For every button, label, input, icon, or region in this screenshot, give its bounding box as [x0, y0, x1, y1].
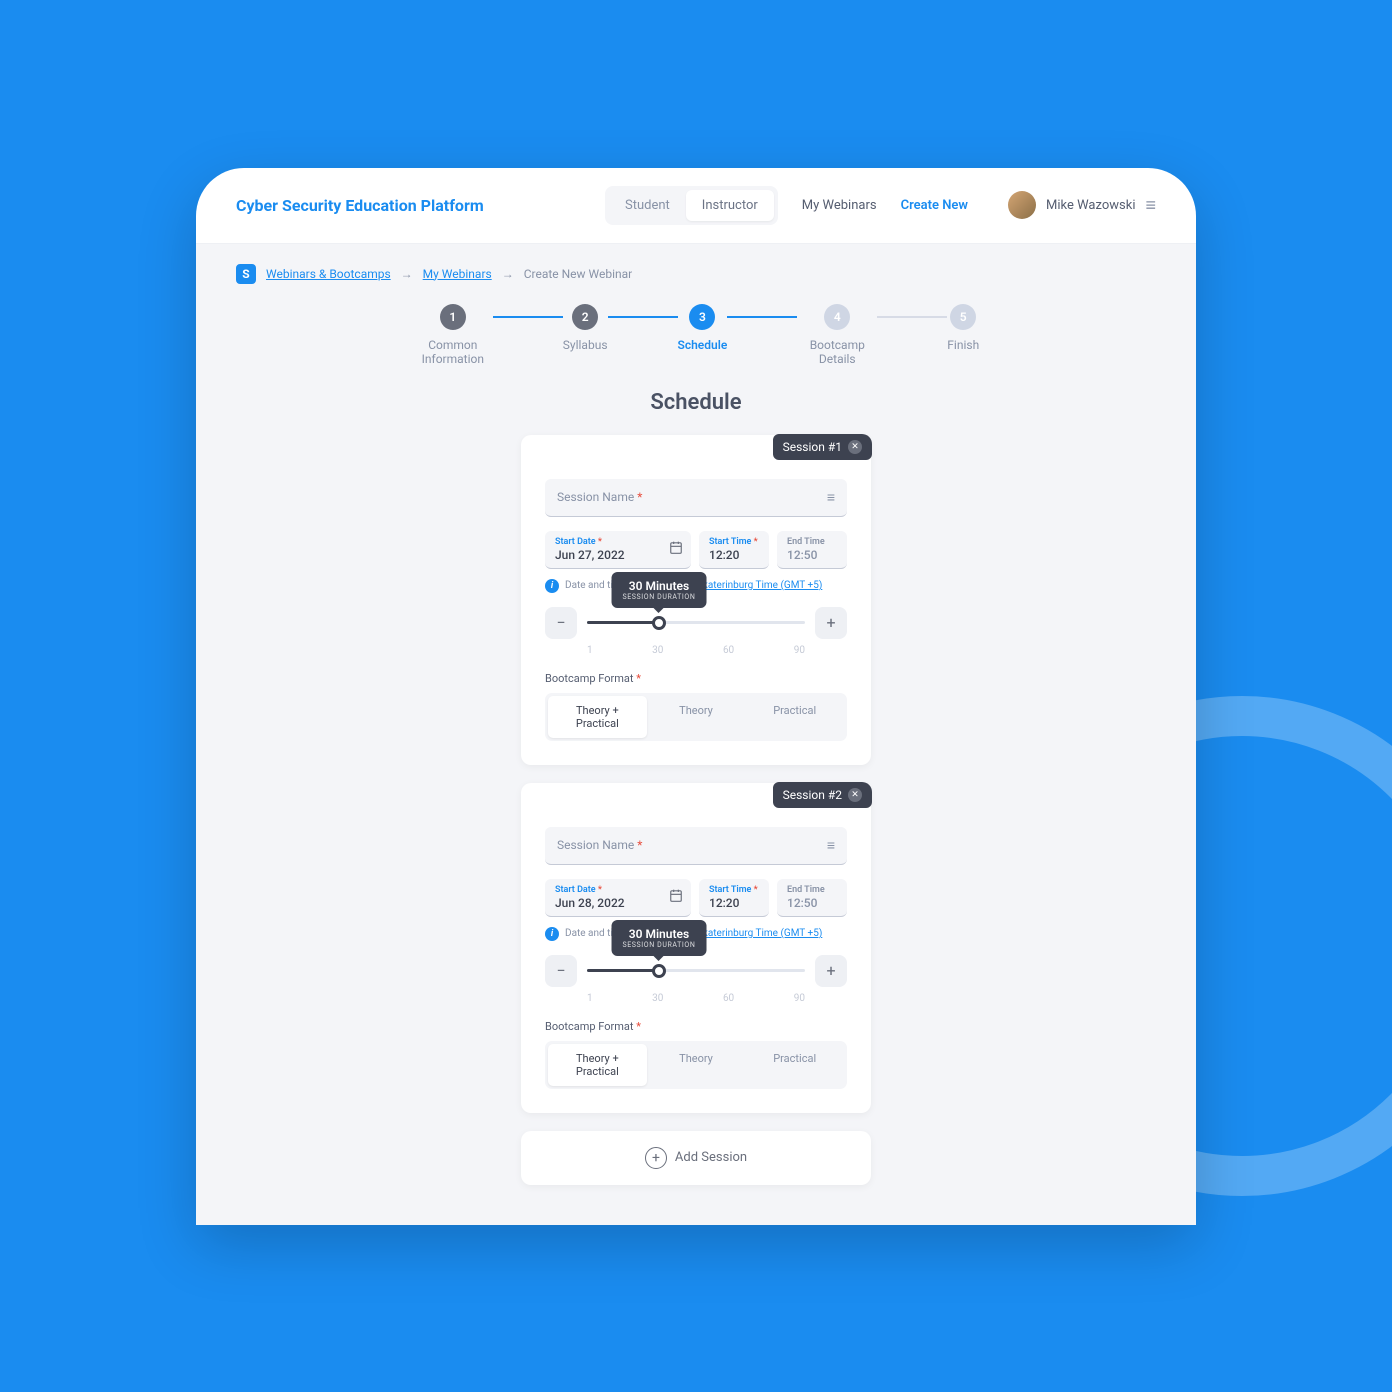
- logo[interactable]: Cyber Security Education Platform: [236, 196, 484, 215]
- step-5[interactable]: 5 Finish: [947, 304, 979, 352]
- format-tab-theory-practical[interactable]: Theory + Practical: [548, 1044, 647, 1086]
- plus-icon: +: [645, 1147, 667, 1169]
- chevron-right-icon: →: [401, 267, 413, 281]
- format-tabs: Theory + Practical Theory Practical: [545, 1041, 847, 1089]
- drag-handle-icon[interactable]: ≡: [827, 837, 835, 854]
- step-line: [727, 316, 797, 318]
- format-tabs: Theory + Practical Theory Practical: [545, 693, 847, 741]
- user-name: Mike Wazowski: [1046, 198, 1135, 213]
- nav-create-new[interactable]: Create New: [901, 198, 968, 213]
- role-tabs: Student Instructor: [605, 186, 778, 225]
- close-session-icon[interactable]: ✕: [848, 440, 862, 454]
- slider-ticks: 1306090: [545, 645, 847, 656]
- start-date-input[interactable]: Start Date * Jun 28, 2022: [545, 879, 691, 917]
- duration-slider: − 30 Minutes SESSION DURATION +: [545, 607, 847, 639]
- drag-handle-icon[interactable]: ≡: [827, 489, 835, 506]
- content: S Webinars & Bootcamps → My Webinars → C…: [196, 244, 1196, 1225]
- calendar-icon: [669, 888, 683, 907]
- calendar-icon: [669, 540, 683, 559]
- breadcrumb-link-0[interactable]: Webinars & Bootcamps: [266, 267, 391, 281]
- session-name-input[interactable]: Session Name * ≡: [545, 827, 847, 865]
- session-badge: Session #1 ✕: [773, 434, 872, 460]
- breadcrumb-current: Create New Webinar: [524, 267, 633, 281]
- stepper: 1 Common Information 2 Syllabus 3 Schedu…: [236, 304, 1156, 366]
- session-name-input[interactable]: Session Name * ≡: [545, 479, 847, 517]
- session-card-2: Session #2 ✕ Session Name * ≡ Start Date…: [521, 783, 871, 1113]
- slider-tooltip: 30 Minutes SESSION DURATION: [611, 920, 706, 956]
- session-card-1: Session #1 ✕ Session Name * ≡ Start Date…: [521, 435, 871, 765]
- slider-track[interactable]: 30 Minutes SESSION DURATION: [587, 956, 805, 986]
- session-badge: Session #2 ✕: [773, 782, 872, 808]
- user-menu[interactable]: Mike Wazowski ≡: [1008, 191, 1156, 219]
- add-session-button[interactable]: + Add Session: [521, 1131, 871, 1185]
- timezone-link[interactable]: Yekaterinburg Time (GMT +5): [692, 928, 823, 939]
- increment-button[interactable]: +: [815, 955, 847, 987]
- step-3[interactable]: 3 Schedule: [678, 304, 728, 352]
- timezone-link[interactable]: Yekaterinburg Time (GMT +5): [692, 580, 823, 591]
- end-time-display: End Time 12:50: [777, 879, 847, 917]
- step-line: [608, 316, 678, 318]
- decrement-button[interactable]: −: [545, 955, 577, 987]
- slider-track[interactable]: 30 Minutes SESSION DURATION: [587, 608, 805, 638]
- increment-button[interactable]: +: [815, 607, 847, 639]
- start-time-input[interactable]: Start Time * 12:20: [699, 531, 769, 569]
- step-line: [877, 316, 947, 318]
- nav-links: My Webinars Create New: [802, 198, 968, 213]
- format-label: Bootcamp Format *: [545, 1020, 847, 1033]
- tab-student[interactable]: Student: [609, 190, 686, 221]
- step-4[interactable]: 4 Bootcamp Details: [797, 304, 877, 366]
- start-time-input[interactable]: Start Time * 12:20: [699, 879, 769, 917]
- slider-thumb[interactable]: [652, 616, 666, 630]
- format-tab-practical[interactable]: Practical: [745, 1044, 844, 1086]
- chevron-right-icon: →: [502, 267, 514, 281]
- format-tab-theory[interactable]: Theory: [647, 1044, 746, 1086]
- nav-my-webinars[interactable]: My Webinars: [802, 198, 877, 213]
- format-tab-theory[interactable]: Theory: [647, 696, 746, 738]
- slider-tooltip: 30 Minutes SESSION DURATION: [611, 572, 706, 608]
- header: Cyber Security Education Platform Studen…: [196, 168, 1196, 244]
- breadcrumb: S Webinars & Bootcamps → My Webinars → C…: [236, 264, 1156, 284]
- slider-thumb[interactable]: [652, 964, 666, 978]
- format-label: Bootcamp Format *: [545, 672, 847, 685]
- step-2[interactable]: 2 Syllabus: [563, 304, 608, 352]
- breadcrumb-link-1[interactable]: My Webinars: [423, 267, 492, 281]
- step-1[interactable]: 1 Common Information: [413, 304, 493, 366]
- format-tab-theory-practical[interactable]: Theory + Practical: [548, 696, 647, 738]
- avatar: [1008, 191, 1036, 219]
- info-icon: i: [545, 579, 559, 593]
- info-icon: i: [545, 927, 559, 941]
- page-title: Schedule: [236, 390, 1156, 415]
- format-tab-practical[interactable]: Practical: [745, 696, 844, 738]
- decrement-button[interactable]: −: [545, 607, 577, 639]
- start-date-input[interactable]: Start Date * Jun 27, 2022: [545, 531, 691, 569]
- breadcrumb-badge-icon: S: [236, 264, 256, 284]
- close-session-icon[interactable]: ✕: [848, 788, 862, 802]
- tab-instructor[interactable]: Instructor: [686, 190, 774, 221]
- slider-ticks: 1306090: [545, 993, 847, 1004]
- app-frame: Cyber Security Education Platform Studen…: [196, 168, 1196, 1225]
- duration-slider: − 30 Minutes SESSION DURATION +: [545, 955, 847, 987]
- end-time-display: End Time 12:50: [777, 531, 847, 569]
- hamburger-icon[interactable]: ≡: [1145, 195, 1156, 216]
- step-line: [493, 316, 563, 318]
